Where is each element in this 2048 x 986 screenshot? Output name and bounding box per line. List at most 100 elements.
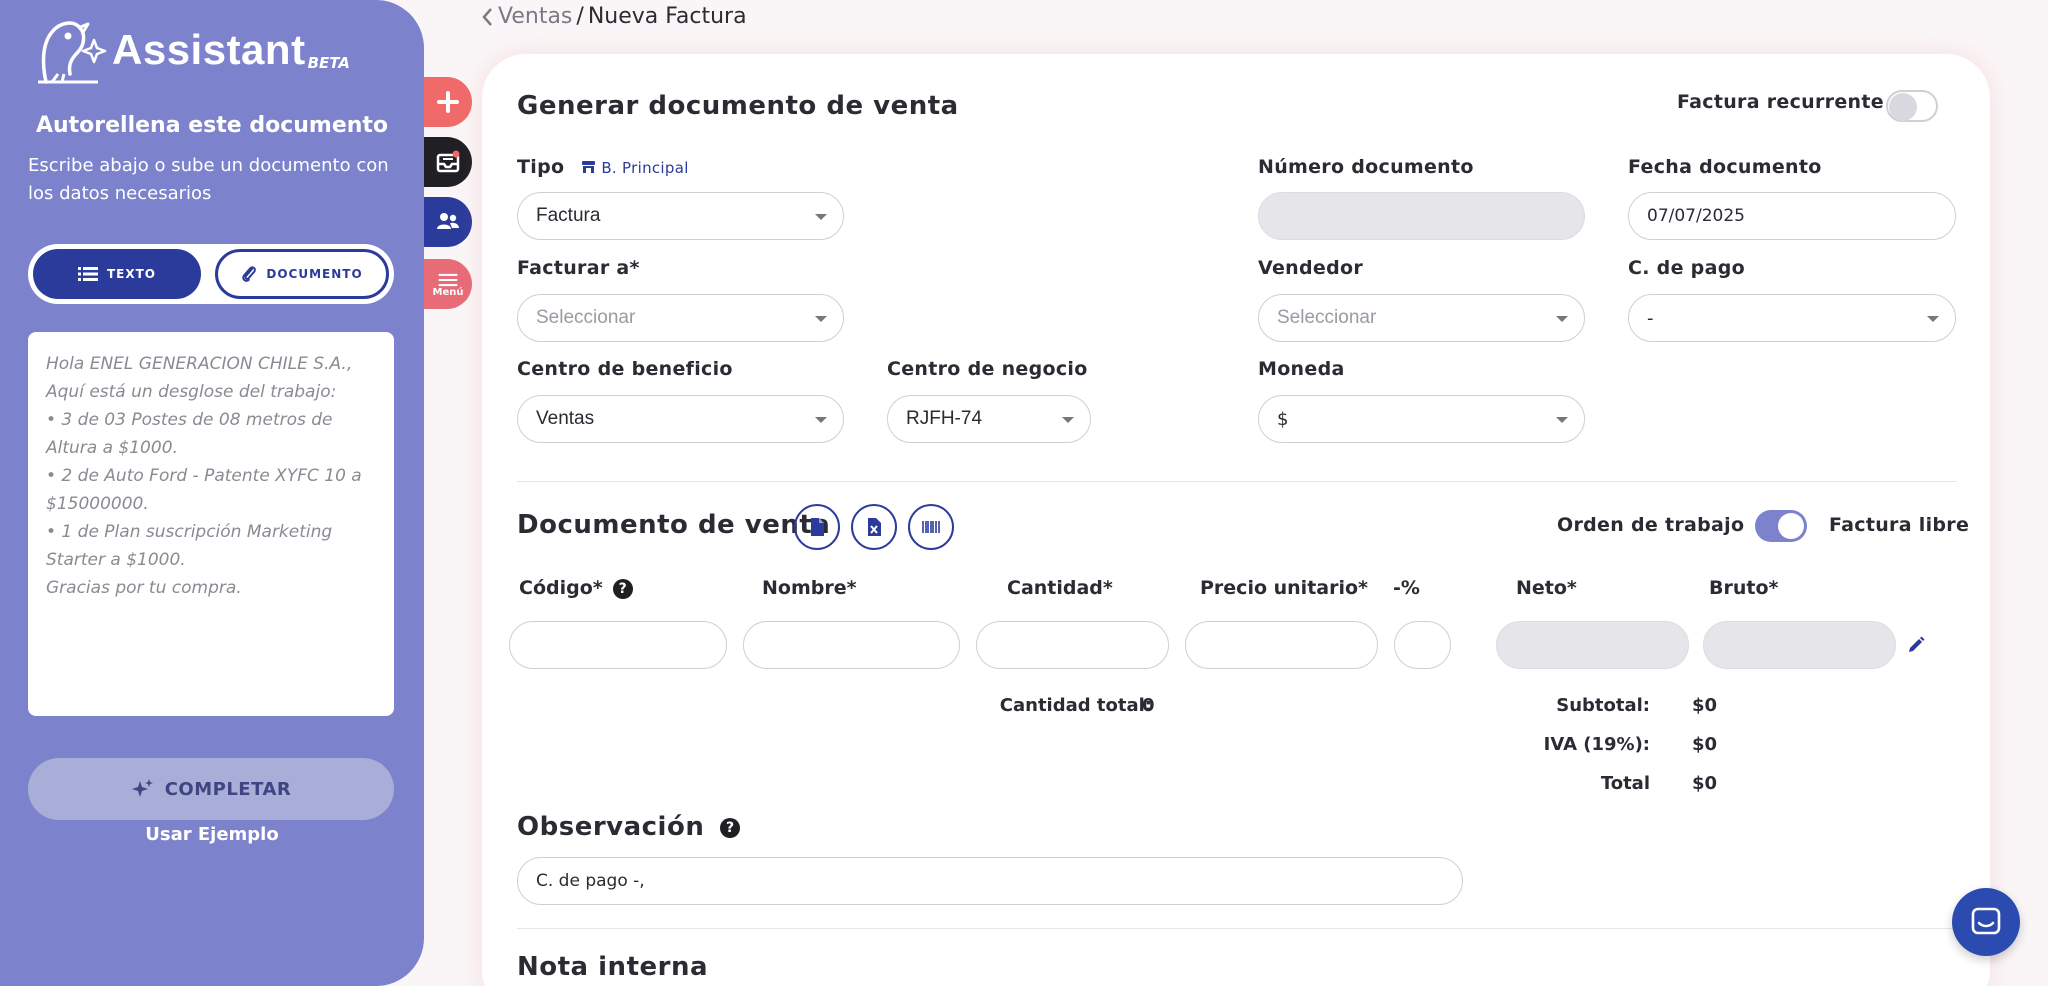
example-line: • 2 de Auto Ford - Patente XYFC 10 a $15…	[46, 466, 362, 514]
excel-import-button[interactable]	[851, 504, 897, 550]
chat-icon	[1971, 907, 2001, 935]
store-icon	[582, 161, 596, 173]
file-icon	[811, 518, 824, 536]
users-icon	[437, 213, 459, 229]
mode-text-button[interactable]: TEXTO	[33, 249, 201, 299]
iva-label: IVA (19%):	[1543, 734, 1650, 755]
invoice-form-card: Generar documento de venta Factura recur…	[482, 54, 1990, 986]
barcode-icon	[922, 521, 940, 533]
chevron-down-icon	[1556, 316, 1568, 322]
tipo-select[interactable]: Factura	[517, 192, 844, 240]
numero-documento-input	[1258, 192, 1585, 240]
logo-text: Assistant	[112, 26, 306, 73]
assistant-input-textarea[interactable]: Hola ENEL GENERACION CHILE S.A., Aquí es…	[28, 332, 394, 716]
observacion-input[interactable]: C. de pago -,	[517, 857, 1463, 905]
iva-value: $0	[1692, 734, 1718, 755]
cantidad-total-value: 0	[1142, 695, 1155, 716]
chevron-down-icon	[1927, 316, 1939, 322]
form-title: Generar documento de venta	[517, 91, 959, 121]
plus-icon	[437, 91, 459, 113]
quick-users-button[interactable]	[424, 197, 472, 247]
recurrent-invoice-label: Factura recurrente	[1677, 91, 1884, 113]
chevron-left-icon[interactable]	[480, 6, 494, 28]
cantidad-input[interactable]	[976, 621, 1169, 669]
barcode-scan-button[interactable]	[908, 504, 954, 550]
tipo-label: Tipo B. Principal	[517, 156, 689, 178]
breadcrumb-current: Nueva Factura	[587, 4, 747, 29]
facturar-label: Facturar a*	[517, 257, 640, 279]
complete-button[interactable]: COMPLETAR	[28, 758, 394, 820]
chevron-down-icon	[1062, 417, 1074, 423]
fecha-documento-input[interactable]: 07/07/2025	[1628, 192, 1956, 240]
chevron-down-icon	[1556, 417, 1568, 423]
cpago-label: C. de pago	[1628, 257, 1745, 279]
mode-document-label: DOCUMENTO	[266, 267, 363, 281]
breadcrumb-parent[interactable]: Ventas	[498, 4, 572, 29]
mode-document-button[interactable]: DOCUMENTO	[215, 249, 389, 299]
nombre-input[interactable]	[743, 621, 960, 669]
section-divider	[517, 481, 1957, 482]
moneda-label: Moneda	[1258, 358, 1345, 380]
example-line: • 1 de Plan suscripción Marketing Starte…	[46, 522, 333, 570]
assistant-mode-toggle: TEXTO DOCUMENTO	[28, 244, 394, 304]
moneda-select[interactable]: $	[1258, 395, 1585, 443]
section-divider	[517, 928, 1957, 929]
assistant-panel: Assistant BETA Autorellena este document…	[0, 0, 424, 986]
cantidad-total-label: Cantidad total:	[999, 695, 1152, 716]
quick-menu-button[interactable]: Menú	[424, 259, 472, 309]
help-icon[interactable]: ?	[612, 578, 633, 599]
quick-documents-button[interactable]	[424, 137, 472, 187]
branch-badge[interactable]: B. Principal	[581, 159, 688, 177]
col-precio: Precio unitario*	[1200, 577, 1368, 599]
fecha-label: Fecha documento	[1628, 156, 1822, 178]
col-nombre: Nombre*	[762, 577, 857, 599]
condicion-pago-select[interactable]: -	[1628, 294, 1956, 342]
facturar-a-select[interactable]: Seleccionar	[517, 294, 844, 342]
chevron-down-icon	[815, 214, 827, 220]
factura-libre-label: Factura libre	[1829, 514, 1970, 536]
pencil-icon[interactable]	[1906, 635, 1926, 655]
subtotal-value: $0	[1692, 695, 1718, 716]
list-icon	[77, 267, 98, 281]
beneficio-label: Centro de beneficio	[517, 358, 733, 380]
centro-beneficio-select[interactable]: Ventas	[517, 395, 844, 443]
precio-unitario-input[interactable]	[1185, 621, 1378, 669]
codigo-input[interactable]	[509, 621, 727, 669]
bruto-input	[1703, 621, 1896, 669]
example-line: Hola ENEL GENERACION CHILE S.A.,	[46, 354, 353, 374]
logo-beta: BETA	[307, 54, 350, 72]
use-example-link[interactable]: Usar Ejemplo	[0, 824, 424, 845]
observacion-title: Observación?	[517, 812, 741, 842]
example-line: Gracias por tu compra.	[46, 578, 242, 598]
centro-negocio-select[interactable]: RJFH-74	[887, 395, 1091, 443]
assistant-description: Escribe abajo o sube un documento con lo…	[28, 155, 389, 204]
chat-support-button[interactable]	[1952, 888, 2020, 956]
subtotal-label: Subtotal:	[1556, 695, 1650, 716]
col-descuento: -%	[1393, 577, 1420, 599]
col-bruto: Bruto*	[1709, 577, 1779, 599]
inbox-icon	[436, 150, 460, 173]
chevron-down-icon	[815, 316, 827, 322]
pdf-import-button[interactable]	[794, 504, 840, 550]
vendedor-select[interactable]: Seleccionar	[1258, 294, 1585, 342]
complete-label: COMPLETAR	[164, 778, 292, 800]
example-line: Aquí está un desglose del trabajo:	[46, 382, 337, 402]
col-cantidad: Cantidad*	[1007, 577, 1113, 599]
vendedor-label: Vendedor	[1258, 257, 1363, 279]
numero-label: Número documento	[1258, 156, 1474, 178]
total-value: $0	[1692, 773, 1718, 794]
descuento-input[interactable]	[1394, 621, 1451, 669]
sale-doc-title: Documento de venta	[517, 510, 831, 540]
quick-add-button[interactable]	[424, 77, 472, 127]
assistant-logo: Assistant BETA	[28, 14, 350, 88]
negocio-label: Centro de negocio	[887, 358, 1088, 380]
orden-factura-toggle[interactable]	[1755, 510, 1807, 542]
breadcrumb-separator: /	[576, 4, 584, 29]
orden-trabajo-label: Orden de trabajo	[1557, 514, 1745, 536]
neto-input	[1496, 621, 1689, 669]
col-neto: Neto*	[1516, 577, 1577, 599]
help-icon[interactable]: ?	[720, 817, 741, 838]
recurrent-invoice-toggle[interactable]	[1886, 90, 1938, 122]
chevron-down-icon	[815, 417, 827, 423]
assistant-title: Autorellena este documento	[35, 113, 389, 138]
